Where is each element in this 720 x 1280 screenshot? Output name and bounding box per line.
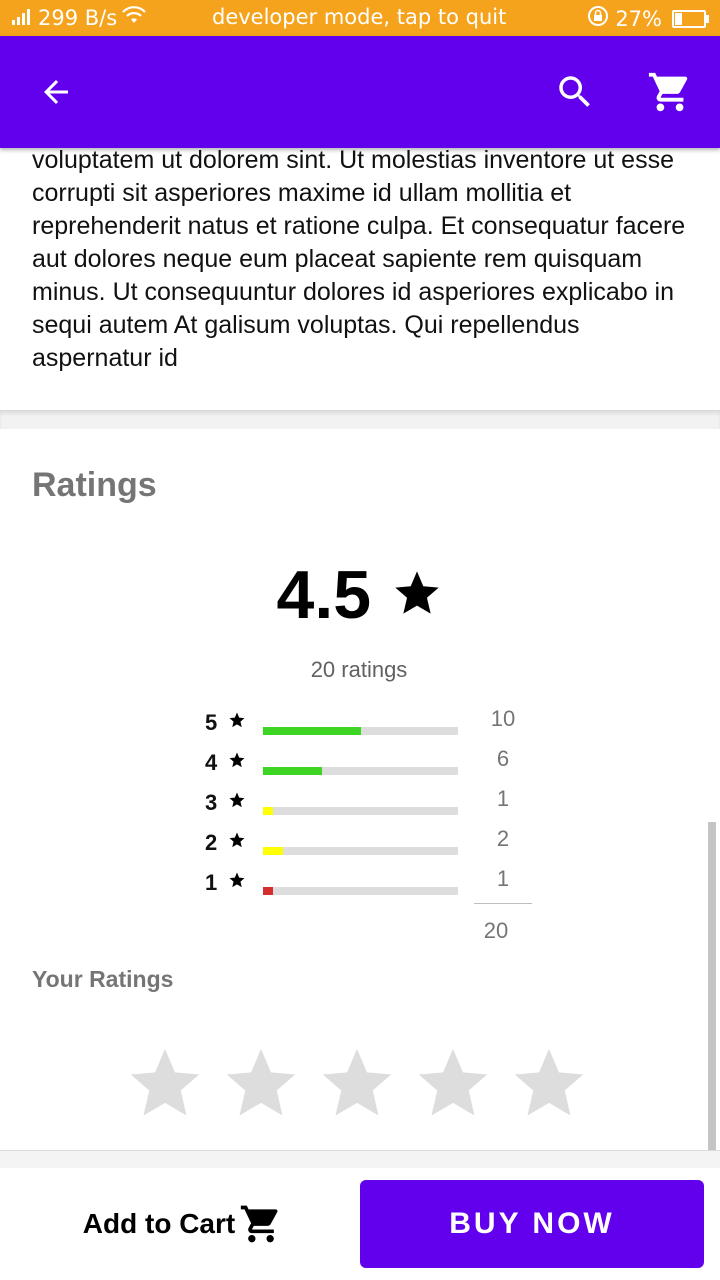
star-outline-icon xyxy=(322,1048,392,1116)
rating-row-count: 6 xyxy=(496,746,510,771)
rate-star-2[interactable] xyxy=(220,1042,302,1124)
star-icon xyxy=(228,751,246,774)
battery-percent: 27% xyxy=(615,6,662,31)
cart-icon xyxy=(648,72,688,112)
rating-row: 3 1 xyxy=(0,786,720,830)
rating-bar-track xyxy=(263,847,458,855)
add-to-cart-button[interactable]: Add to Cart xyxy=(58,1168,308,1280)
rating-row: 1 1 xyxy=(0,866,720,910)
star-outline-icon xyxy=(130,1048,200,1116)
search-button[interactable] xyxy=(547,64,603,120)
rating-bar-fill xyxy=(263,807,273,815)
star-icon xyxy=(228,711,246,734)
product-description: voluptatem ut dolorem sint. Ut molestias… xyxy=(32,144,692,380)
buy-now-button[interactable]: BUY NOW xyxy=(360,1180,704,1268)
scrollbar[interactable] xyxy=(708,822,716,1166)
rating-row-count: 1 xyxy=(496,866,510,891)
total-ratings-text: 20 ratings xyxy=(310,657,408,682)
rating-row-stars: 3 xyxy=(205,790,218,815)
total-count: 20 xyxy=(483,918,509,943)
rating-row: 5 10 xyxy=(0,706,720,750)
rating-bar-fill xyxy=(263,767,322,775)
star-outline-icon xyxy=(418,1048,488,1116)
status-right: 27% xyxy=(587,5,709,32)
rating-bar-fill xyxy=(263,887,273,895)
cart-button[interactable] xyxy=(642,64,698,120)
your-ratings-title: Your Ratings xyxy=(32,966,174,992)
bottom-action-bar: Add to Cart BUY NOW xyxy=(0,1168,720,1280)
rotation-lock-icon xyxy=(587,5,609,32)
app-bar xyxy=(0,36,720,148)
rate-star-4[interactable] xyxy=(412,1042,494,1124)
signal-icon xyxy=(12,6,34,30)
back-button[interactable] xyxy=(28,64,84,120)
arrow-back-icon xyxy=(44,80,68,104)
rating-row-stars: 2 xyxy=(205,830,218,855)
rating-row: 4 6 xyxy=(0,746,720,790)
wifi-icon xyxy=(121,5,147,30)
rating-input[interactable] xyxy=(124,1042,590,1124)
rating-row-stars: 4 xyxy=(205,750,218,775)
rate-star-5[interactable] xyxy=(508,1042,590,1124)
total-divider xyxy=(474,903,532,904)
description-text: voluptatem ut dolorem sint. Ut molestias… xyxy=(32,146,686,372)
search-icon xyxy=(559,76,590,107)
status-bar: 299 B/s developer mode, tap to quit 27% xyxy=(0,0,720,36)
battery-level xyxy=(675,12,682,25)
net-speed: 299 B/s xyxy=(38,5,118,30)
battery-icon xyxy=(672,9,709,28)
add-to-cart-label: Add to Cart xyxy=(82,1208,236,1239)
star-outline-icon xyxy=(514,1048,584,1116)
ratings-title: Ratings xyxy=(32,466,157,504)
cart-icon xyxy=(241,1205,278,1243)
rating-bar-track xyxy=(263,887,458,895)
bottom-divider xyxy=(0,1150,720,1169)
average-rating-value: 4.5 xyxy=(276,557,372,633)
rating-row-stars: 1 xyxy=(205,870,218,895)
rating-bar-fill xyxy=(263,727,361,735)
star-icon xyxy=(228,871,246,894)
rate-star-1[interactable] xyxy=(124,1042,206,1124)
star-icon xyxy=(228,831,246,854)
developer-mode-message[interactable]: developer mode, tap to quit xyxy=(212,5,506,29)
rating-bar-track xyxy=(263,727,458,735)
rating-row-stars: 5 xyxy=(205,710,218,735)
rating-row-count: 2 xyxy=(496,826,510,851)
rating-row: 2 2 xyxy=(0,826,720,870)
star-icon xyxy=(391,567,443,624)
star-outline-icon xyxy=(226,1048,296,1116)
average-rating: 4.5 xyxy=(0,556,720,634)
buy-now-label: BUY NOW xyxy=(449,1207,615,1240)
rating-bar-fill xyxy=(263,847,283,855)
status-left: 299 B/s xyxy=(12,5,147,30)
section-divider xyxy=(0,410,720,429)
rate-star-3[interactable] xyxy=(316,1042,398,1124)
rating-bar-track xyxy=(263,807,458,815)
rating-row-count: 1 xyxy=(496,786,510,811)
star-icon xyxy=(228,791,246,814)
rating-bar-track xyxy=(263,767,458,775)
rating-row-count: 10 xyxy=(490,706,516,731)
